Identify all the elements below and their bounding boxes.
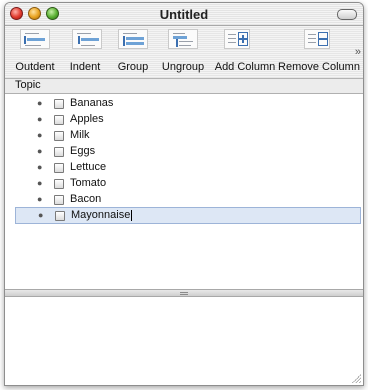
row-checkbox[interactable] — [54, 115, 64, 125]
toolbar: Outdent Indent Group Ungroup Add Column … — [5, 26, 363, 79]
row-topic-text[interactable]: Lettuce — [70, 161, 106, 173]
remove-column-label: Remove Column — [278, 61, 360, 73]
row-checkbox[interactable] — [54, 195, 64, 205]
row-topic-text[interactable]: Apples — [70, 113, 104, 125]
text-caret — [131, 209, 133, 221]
indent-button[interactable]: Indent — [63, 29, 107, 73]
outline-row[interactable]: ● Milk — [5, 128, 363, 144]
outdent-icon — [20, 29, 50, 49]
add-column-icon — [224, 29, 250, 49]
row-bullet-icon[interactable]: ● — [37, 114, 42, 124]
indent-icon — [72, 29, 102, 49]
group-icon — [118, 29, 148, 49]
row-topic-text[interactable]: Eggs — [70, 145, 95, 157]
title-bar[interactable]: Untitled — [5, 3, 363, 26]
outline-row[interactable]: ● Apples — [5, 112, 363, 128]
outdent-button[interactable]: Outdent — [9, 29, 61, 73]
row-topic-text[interactable]: Bacon — [70, 193, 101, 205]
ungroup-button[interactable]: Ungroup — [155, 29, 211, 73]
outline-row[interactable]: ● Tomato — [5, 176, 363, 192]
window-title: Untitled — [159, 7, 209, 22]
row-bullet-icon[interactable]: ● — [38, 210, 43, 220]
outline-row[interactable]: ● Eggs — [5, 144, 363, 160]
group-button[interactable]: Group — [111, 29, 155, 73]
row-checkbox[interactable] — [54, 131, 64, 141]
add-column-button[interactable]: Add Column — [210, 29, 280, 73]
row-bullet-icon[interactable]: ● — [37, 98, 42, 108]
outline-row[interactable]: ● Bacon — [5, 192, 363, 208]
ungroup-label: Ungroup — [161, 61, 205, 73]
row-bullet-icon[interactable]: ● — [37, 146, 42, 156]
resize-grip-icon[interactable] — [351, 373, 361, 383]
row-bullet-icon[interactable]: ● — [37, 130, 42, 140]
row-topic-text[interactable]: Tomato — [70, 177, 106, 189]
row-checkbox[interactable] — [55, 211, 65, 221]
outline-row[interactable]: ● Bananas — [5, 96, 363, 112]
row-bullet-icon[interactable]: ● — [37, 178, 42, 188]
indent-label: Indent — [69, 61, 101, 73]
column-header-label: Topic — [15, 79, 41, 91]
row-topic-text[interactable]: Milk — [70, 129, 90, 141]
row-topic-text[interactable]: Mayonnaise — [71, 209, 130, 221]
remove-column-button[interactable]: Remove Column — [278, 29, 360, 73]
add-column-label: Add Column — [214, 61, 276, 73]
row-checkbox[interactable] — [54, 179, 64, 189]
row-bullet-icon[interactable]: ● — [37, 194, 42, 204]
row-checkbox[interactable] — [54, 99, 64, 109]
group-label: Group — [117, 61, 149, 73]
pane-splitter[interactable] — [5, 289, 363, 297]
row-topic-text[interactable]: Bananas — [70, 97, 113, 109]
row-checkbox[interactable] — [54, 147, 64, 157]
row-checkbox[interactable] — [54, 163, 64, 173]
splitter-grip-icon[interactable] — [180, 291, 188, 295]
outline-row[interactable]: ● Lettuce — [5, 160, 363, 176]
toolbar-overflow-button[interactable]: » — [355, 46, 361, 58]
row-bullet-icon[interactable]: ● — [37, 162, 42, 172]
outdent-label: Outdent — [15, 61, 55, 73]
outline-window: Untitled Outdent Indent Group Ungroup Ad… — [4, 2, 364, 386]
notes-pane[interactable] — [5, 297, 363, 385]
outline-row-selected[interactable]: ● Mayonnaise — [15, 207, 361, 224]
outline-view[interactable]: ● Bananas ● Apples ● Milk ● Eggs ● Lettu… — [5, 94, 363, 289]
row-topic-edit-field[interactable]: Mayonnaise — [71, 209, 133, 221]
ungroup-icon — [168, 29, 198, 49]
toolbar-toggle-button[interactable] — [337, 9, 357, 20]
remove-column-icon — [304, 29, 330, 49]
column-header-topic[interactable]: Topic — [5, 79, 363, 94]
